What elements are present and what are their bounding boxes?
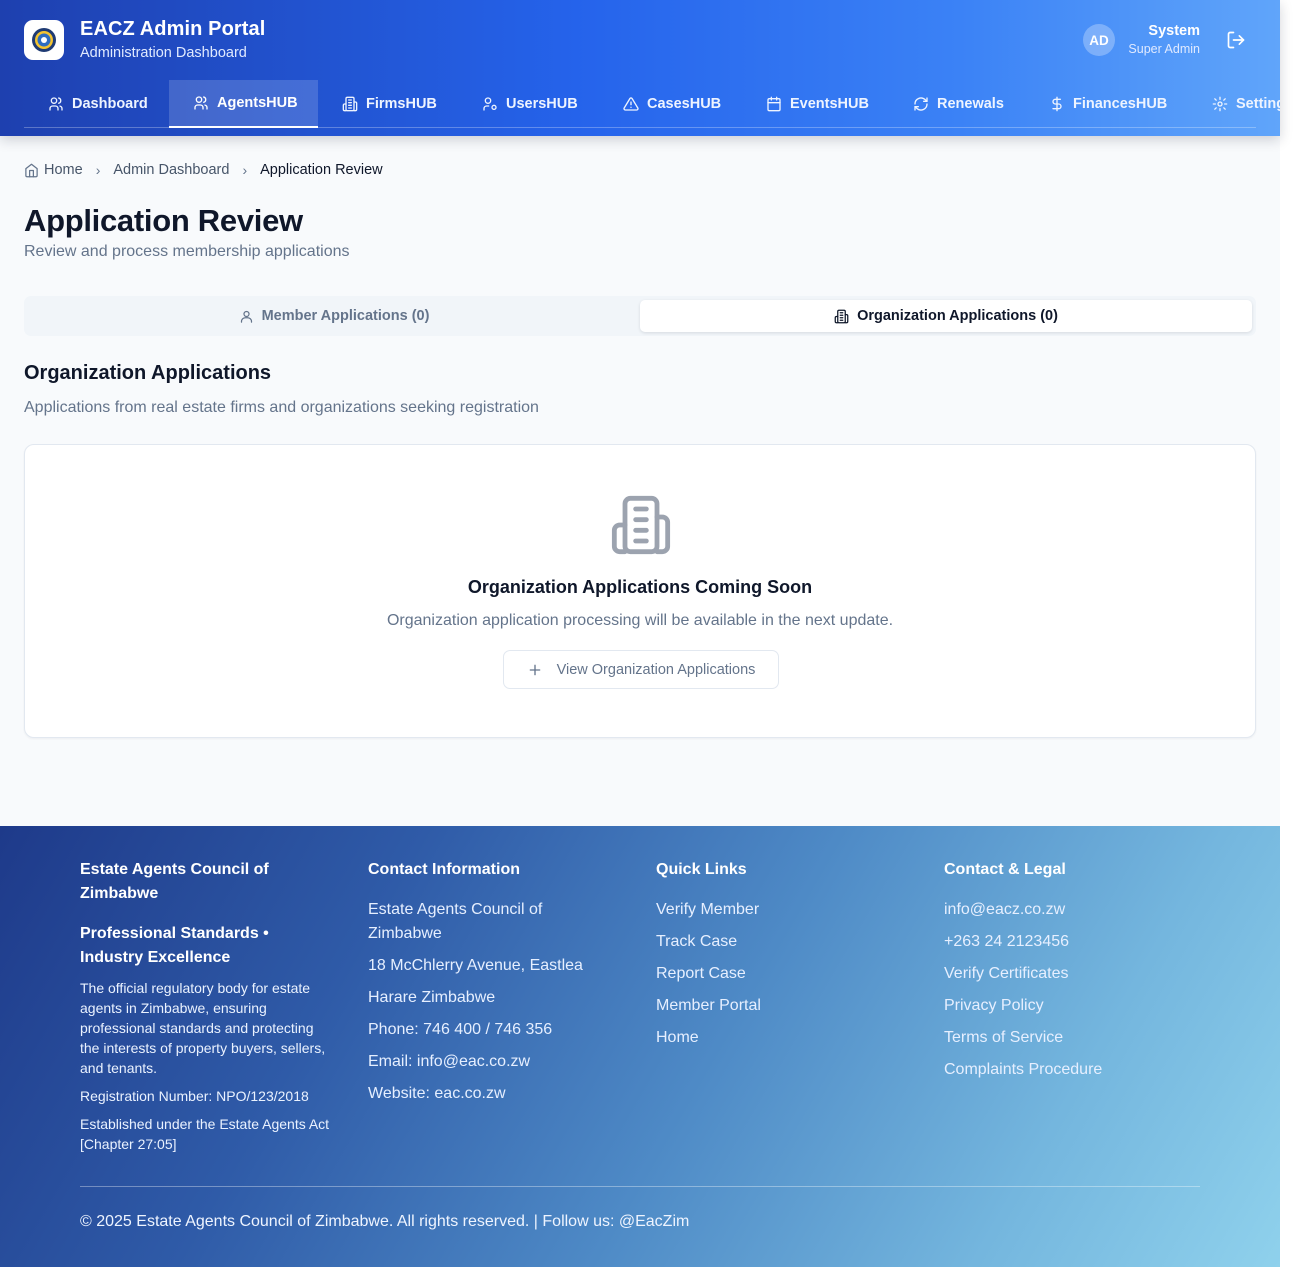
footer-quick-links-heading: Quick Links: [656, 861, 747, 878]
footer-legal: Contact & Legal info@eacz.co.zw +263 24 …: [944, 858, 1200, 1090]
breadcrumb: Home › Admin Dashboard › Application Rev…: [24, 160, 383, 180]
alert-triangle-icon: [623, 97, 639, 111]
footer-quick-links: Quick Links Verify Member Track Case Rep…: [656, 858, 912, 1058]
empty-state-card: Organization Applications Coming Soon Or…: [24, 444, 1256, 738]
main-nav: Dashboard AgentsHUB FirmsHUB UsersHUB Ca…: [24, 80, 1280, 128]
nav-item-renewals[interactable]: Renewals: [913, 80, 1004, 128]
nav-label: Settings: [1236, 96, 1280, 112]
tab-label: Organization Applications (0): [857, 308, 1058, 324]
user-cog-icon: [483, 97, 497, 111]
footer-link-member-portal[interactable]: Member Portal: [656, 994, 912, 1018]
tab-organization-applications[interactable]: Organization Applications (0): [640, 300, 1252, 332]
tab-label: Member Applications (0): [261, 308, 430, 324]
footer-contact-line: Website: eac.co.zw: [368, 1085, 506, 1102]
plus-icon: [529, 664, 540, 675]
nav-label: CasesHUB: [647, 96, 722, 112]
footer-link-terms-of-service[interactable]: Terms of Service: [944, 1026, 1200, 1050]
footer-copyright: © 2025 Estate Agents Council of Zimbabwe…: [80, 1213, 690, 1230]
footer-link-complaints-procedure[interactable]: Complaints Procedure: [944, 1058, 1200, 1082]
footer-link-verify-member[interactable]: Verify Member: [656, 898, 912, 922]
footer-link-email[interactable]: info@eacz.co.zw: [944, 898, 1200, 922]
breadcrumb-current: Application Review: [260, 162, 383, 178]
footer-link-privacy-policy[interactable]: Privacy Policy: [944, 994, 1200, 1018]
nav-label: FinancesHUB: [1073, 96, 1168, 112]
calendar-icon: [767, 96, 781, 112]
breadcrumb-admin-dashboard[interactable]: Admin Dashboard: [113, 162, 229, 178]
footer-contact-line: Phone: 746 400 / 746 356: [368, 1021, 553, 1038]
dollar-icon: [1052, 96, 1062, 112]
user-name: System: [1148, 23, 1200, 39]
chevron-right-icon: ›: [242, 162, 248, 178]
footer-contact-heading: Contact Information: [368, 861, 520, 878]
nav-item-usershub[interactable]: UsersHUB: [482, 80, 578, 128]
empty-state-description: Organization application processing will…: [386, 612, 894, 629]
page-title: Application Review: [24, 203, 303, 238]
nav-label: EventsHUB: [790, 96, 869, 112]
nav-item-dashboard[interactable]: Dashboard: [24, 80, 169, 128]
users-icon: [49, 97, 63, 111]
building-icon: [834, 309, 849, 323]
users-icon: [194, 96, 208, 110]
building-icon: [611, 495, 671, 555]
tab-member-applications[interactable]: Member Applications (0): [28, 300, 640, 332]
nav-label: Dashboard: [72, 96, 148, 112]
building-icon: [342, 96, 358, 112]
nav-item-eventshub[interactable]: EventsHUB: [766, 80, 869, 128]
footer-org-name: Estate Agents Council of Zimbabwe: [80, 861, 269, 902]
app-title: EACZ Admin Portal: [80, 18, 266, 40]
chevron-right-icon: ›: [95, 162, 101, 178]
footer-link-home[interactable]: Home: [656, 1026, 912, 1050]
nav-label: AgentsHUB: [217, 95, 298, 111]
nav-label: FirmsHUB: [366, 96, 437, 112]
footer-contact: Contact Information Estate Agents Counci…: [368, 858, 608, 1114]
user-role: Super Admin: [1128, 42, 1200, 56]
gear-icon: [1212, 96, 1228, 112]
button-label: View Organization Applications: [556, 661, 756, 678]
seal-icon: [32, 28, 56, 52]
home-icon: [25, 163, 38, 177]
logout-icon[interactable]: [1226, 30, 1246, 50]
nav-label: Renewals: [937, 96, 1004, 112]
footer-link-verify-certificates[interactable]: Verify Certificates: [944, 962, 1200, 986]
section-subtitle: Applications from real estate firms and …: [24, 399, 539, 416]
breadcrumb-home[interactable]: Home: [44, 162, 83, 178]
footer-about: Estate Agents Council of Zimbabwe Profes…: [80, 858, 336, 1162]
empty-state-title: Organization Applications Coming Soon: [467, 577, 813, 597]
footer-legal-heading: Contact & Legal: [944, 861, 1066, 878]
nav-item-financeshub[interactable]: FinancesHUB: [1049, 80, 1167, 128]
application-tabs: Member Applications (0) Organization App…: [24, 296, 1256, 336]
footer-divider: [80, 1186, 1200, 1187]
nav-item-settings[interactable]: Settings: [1212, 80, 1280, 128]
nav-item-firmshub[interactable]: FirmsHUB: [342, 80, 437, 128]
nav-item-agentshub[interactable]: AgentsHUB: [169, 80, 318, 128]
nav-label: UsersHUB: [506, 96, 578, 112]
footer-tagline: Professional Standards • Industry Excell…: [80, 925, 269, 966]
footer-link-report-case[interactable]: Report Case: [656, 962, 912, 986]
footer-contact-line: Harare Zimbabwe: [368, 989, 496, 1006]
user-icon: [240, 310, 252, 323]
app-subtitle: Administration Dashboard: [80, 45, 247, 61]
footer-contact-line: 18 McChlerry Avenue, Eastlea: [368, 957, 583, 974]
page: EACZ Admin Portal Administration Dashboa…: [0, 0, 1280, 1267]
footer: Estate Agents Council of Zimbabwe Profes…: [0, 826, 1280, 1267]
footer-link-phone[interactable]: +263 24 2123456: [944, 930, 1200, 954]
nav-item-caseshub[interactable]: CasesHUB: [623, 80, 721, 128]
footer-link-track-case[interactable]: Track Case: [656, 930, 912, 954]
section-title: Organization Applications: [24, 362, 272, 384]
eacz-logo[interactable]: [24, 20, 64, 60]
footer-registration: Registration Number: NPO/123/2018: [80, 1088, 309, 1104]
footer-established: Established under the Estate Agents Act …: [80, 1116, 330, 1152]
footer-description: The official regulatory body for estate …: [80, 980, 326, 1076]
view-organization-applications-button[interactable]: View Organization Applications: [503, 650, 779, 689]
refresh-icon: [914, 97, 928, 111]
footer-contact-line: Estate Agents Council of Zimbabwe: [368, 901, 543, 942]
top-header: EACZ Admin Portal Administration Dashboa…: [0, 0, 1280, 136]
footer-contact-line: Email: info@eac.co.zw: [368, 1053, 531, 1070]
page-subtitle: Review and process membership applicatio…: [24, 243, 350, 260]
avatar[interactable]: AD: [1083, 24, 1115, 56]
